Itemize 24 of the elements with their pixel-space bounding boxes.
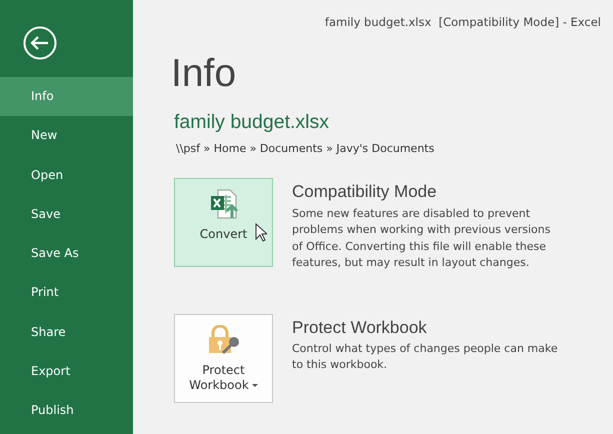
sidebar-item[interactable]: New <box>0 116 133 156</box>
window-title: family budget.xlsx [Compatibility Mode] - Excel <box>324 14 602 31</box>
mouse-pointer-icon <box>255 223 267 242</box>
caret-icon <box>252 384 258 388</box>
section-title: Protect Workbook <box>292 318 428 338</box>
sidebar-item[interactable]: Publish <box>0 391 133 431</box>
sidebar-item[interactable]: Export <box>0 352 133 392</box>
page-title: Info <box>171 54 238 94</box>
convert-button[interactable]: Convert <box>174 178 273 268</box>
file-path: \\psf » Home » Documents » Javy's Documents <box>176 140 436 157</box>
section-description: Some new features are disabled to prevent problems when working with previous versions of Office. Converting this file will enable these features, but may result in layout changes. <box>292 206 552 272</box>
lock-key-icon <box>208 324 240 355</box>
sidebar-item[interactable]: Open <box>0 156 133 195</box>
sidebar-item[interactable]: Save As <box>0 234 133 274</box>
sidebar-item[interactable]: Print <box>0 273 133 313</box>
sidebar-item[interactable]: Save <box>0 194 133 234</box>
sidebar-item[interactable]: Info <box>0 77 133 116</box>
protect-workbook-button[interactable]: Protect Workbook <box>174 314 273 403</box>
back-button[interactable] <box>23 26 57 60</box>
spreadsheet-icon <box>210 189 238 220</box>
section-description: Control what types of changes people can make to this workbook. <box>292 340 559 374</box>
section-title: Compatibility Mode <box>292 182 438 203</box>
file-name: family budget.xlsx <box>174 112 330 134</box>
sidebar-item[interactable]: Share <box>0 312 133 352</box>
